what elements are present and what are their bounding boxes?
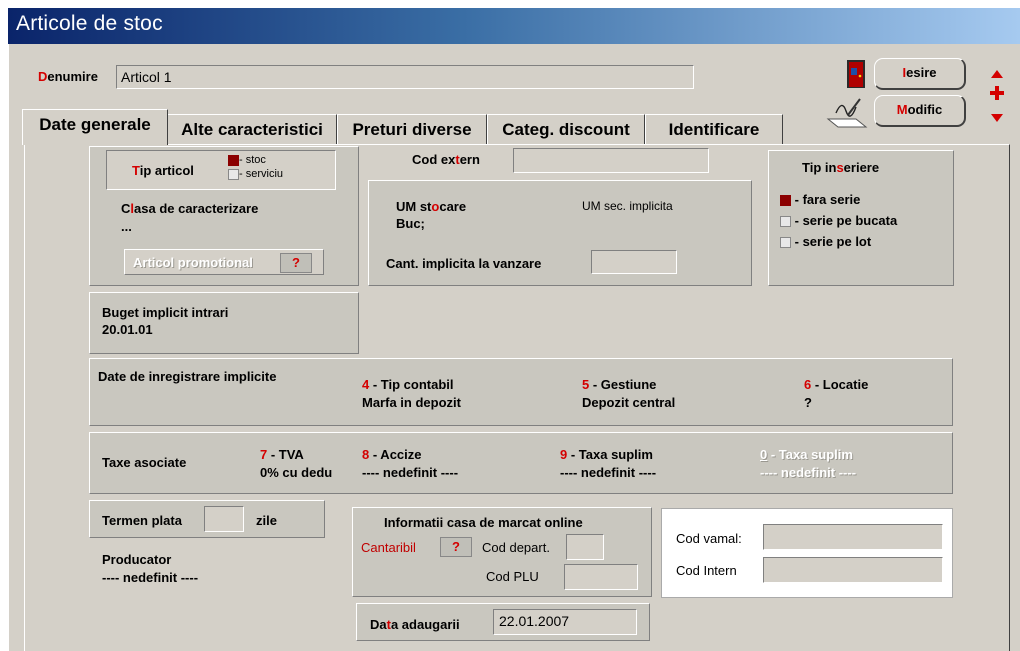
articol-promotional-label: Articol promotional [133,255,253,270]
cantaribil-label: Cantaribil [361,540,416,555]
edit-pen-icon [826,93,868,129]
radio-serie-bucata-icon[interactable] [780,216,791,228]
buget-value: 20.01.01 [102,322,153,337]
tab-alte-caracteristici[interactable]: Alte caracteristici [167,114,337,144]
cantaribil-help-button[interactable]: ? [440,537,472,557]
termen-plata-unit: zile [256,513,277,528]
tip-inseriere-title: Tip inseriere [802,160,880,175]
plus-icon[interactable] [990,86,1004,100]
um-stocare-value: Buc; [396,216,425,231]
option-stoc[interactable]: - stoc [228,153,283,167]
radio-serviciu-icon[interactable] [228,168,239,180]
cod-plu-label: Cod PLU [486,569,539,584]
cod-plu-input[interactable] [564,564,638,590]
taxe-label: Taxe asociate [102,455,187,470]
cod-extern-input[interactable] [513,148,709,173]
articol-promotional-button[interactable]: Articol promotional ? [124,249,324,275]
um-stocare-label: UM stocare [396,199,467,214]
iesire-button[interactable]: Iesire [874,58,966,90]
producator-value[interactable]: ---- nedefinit ---- [102,570,198,585]
cod-intern-input[interactable] [763,557,943,583]
arrow-down-icon[interactable] [990,110,1004,122]
option-fara-serie[interactable]: - fara serie [780,189,897,210]
cant-implicita-label: Cant. implicita la vanzare [386,256,542,271]
data-adaugarii-input[interactable]: 22.01.2007 [493,609,637,635]
radio-fara-serie-icon[interactable] [780,195,791,207]
taxa-accize[interactable]: 8 - Accize ---- nedefinit ---- [362,446,458,482]
tab-categ-discount[interactable]: Categ. discount [487,114,645,144]
gestiune[interactable]: 5 - Gestiune Depozit central [582,376,675,412]
cant-implicita-input[interactable] [591,250,677,274]
denumire-input[interactable]: Articol 1 [116,65,694,89]
exit-door-icon [846,59,866,89]
radio-stoc-icon[interactable] [228,154,239,166]
producator-label: Producator [102,552,172,567]
client-edge [8,44,9,651]
taxa-suplim-9[interactable]: 9 - Taxa suplim ---- nedefinit ---- [560,446,656,482]
buget-label: Buget implicit intrari [102,305,229,320]
arrow-up-icon[interactable] [990,66,1004,78]
option-serie-lot[interactable]: - serie pe lot [780,231,897,252]
date-inregistrare-label: Date de inregistrare implicite [98,369,277,384]
locatie[interactable]: 6 - Locatie? [804,376,868,412]
denumire-label: Denumire [38,69,98,84]
termen-plata-label: Termen plata [102,513,182,528]
tip-inseriere-options: - fara serie - serie pe bucata - serie p… [780,189,897,252]
taxa-suplim-0: 0 - Taxa suplim ---- nedefinit ---- [760,447,857,480]
tab-identificare[interactable]: Identificare [645,114,783,144]
option-serviciu[interactable]: - serviciu [228,167,283,181]
articol-promotional-help-button[interactable]: ? [280,253,312,273]
modific-button[interactable]: Modific [874,95,966,127]
casa-marcat-title: Informatii casa de marcat online [384,515,583,530]
clasa-label: Clasa de caracterizare [121,201,259,216]
cod-extern-label: Cod extern [412,152,480,167]
clasa-value: ... [121,219,132,234]
window-title: Articole de stoc [16,12,163,35]
tab-date-generale[interactable]: Date generale [22,109,168,145]
tip-articol-options: - stoc - serviciu [228,153,283,181]
cod-depart-label: Cod depart. [482,540,550,555]
um-sec-label: UM sec. implicita [582,199,673,213]
cod-depart-input[interactable] [566,534,604,560]
tab-preturi-diverse[interactable]: Preturi diverse [337,114,487,144]
data-adaugarii-label: Data adaugarii [370,617,460,632]
cod-intern-label: Cod Intern [676,563,737,578]
option-serie-bucata[interactable]: - serie pe bucata [780,210,897,231]
tip-articol-label: Tip articol [132,163,194,178]
cod-vamal-label: Cod vamal: [676,531,742,546]
tip-contabil[interactable]: 4 - Tip contabil Marfa in depozit [362,376,461,412]
termen-plata-input[interactable] [204,506,244,532]
coduri-panel [661,508,953,598]
cod-vamal-input[interactable] [763,524,943,550]
taxa-tva[interactable]: 7 - TVA 0% cu dedu [260,446,332,482]
radio-serie-lot-icon[interactable] [780,237,791,249]
